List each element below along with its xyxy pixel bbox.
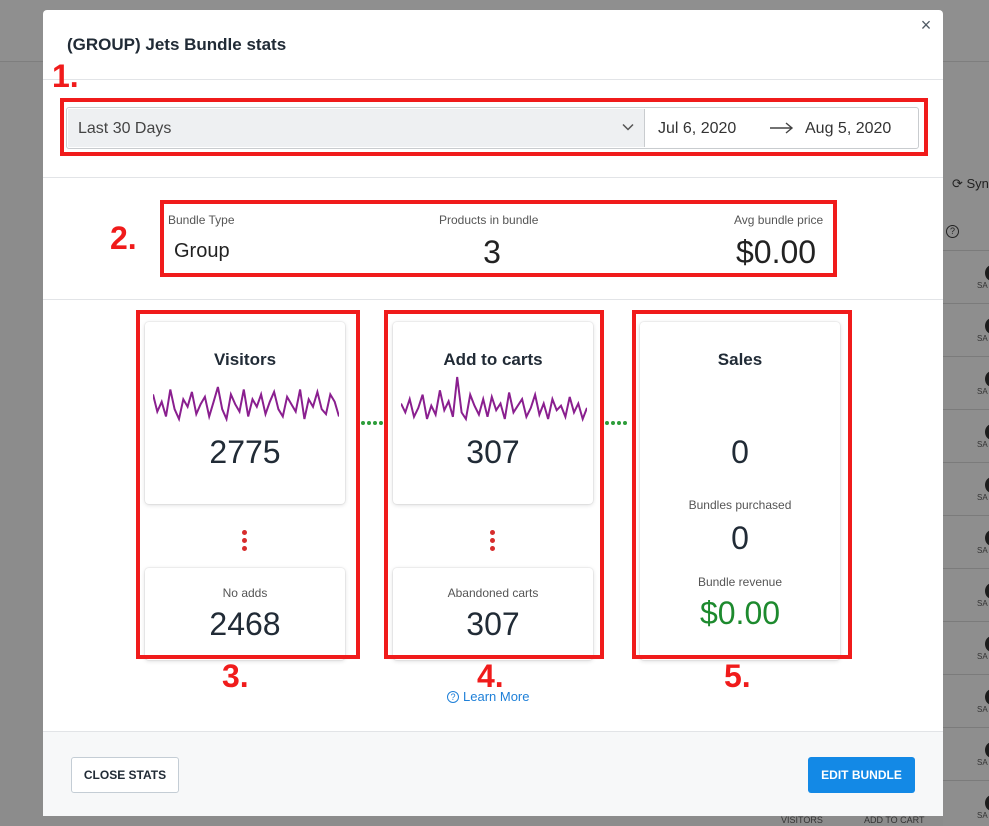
modal-footer: CLOSE STATS EDIT BUNDLE — [43, 731, 943, 816]
modal-header: (GROUP) Jets Bundle stats × — [43, 10, 943, 80]
background-row-label: SA — [977, 334, 988, 343]
background-col-visitors: VISITORS — [781, 815, 823, 825]
background-row-label: SA — [977, 281, 988, 290]
background-avatar — [985, 795, 989, 811]
background-row: SA — [943, 409, 989, 462]
background-row-label: SA — [977, 387, 988, 396]
annotation-box-1 — [60, 98, 928, 156]
background-avatar — [985, 530, 989, 546]
background-avatar — [985, 477, 989, 493]
background-avatar — [985, 583, 989, 599]
background-avatar — [985, 689, 989, 705]
close-stats-button[interactable]: CLOSE STATS — [71, 757, 179, 793]
background-row-label: SA — [977, 493, 988, 502]
annotation-number-4: 4. — [477, 658, 504, 694]
annotation-number-2: 2. — [110, 220, 137, 256]
background-avatar — [985, 424, 989, 440]
background-row: SA — [943, 356, 989, 409]
help-circle-icon: ? — [447, 690, 459, 703]
background-row: SA — [943, 780, 989, 826]
background-row-label: SA — [977, 811, 988, 820]
background-row: SA — [943, 250, 989, 303]
carts-to-sales-connector — [605, 421, 627, 427]
background-row: SA — [943, 674, 989, 727]
background-avatar — [985, 742, 989, 758]
background-sync-button: ⟳ Syn — [952, 176, 989, 191]
annotation-box-2 — [160, 200, 837, 277]
background-help-icon: ? — [946, 225, 959, 238]
background-sync-label: Syn — [966, 176, 989, 191]
background-row: SA — [943, 568, 989, 621]
background-avatar — [985, 318, 989, 334]
background-col-add-to-cart: ADD TO CART — [864, 815, 925, 825]
annotation-number-5: 5. — [724, 658, 751, 694]
background-row-label: SA — [977, 440, 988, 449]
background-row: SA — [943, 621, 989, 674]
background-row: SA — [943, 303, 989, 356]
background-avatar — [985, 636, 989, 652]
background-row: SA — [943, 515, 989, 568]
background-avatar — [985, 265, 989, 281]
annotation-box-3 — [136, 310, 360, 659]
background-row: SA — [943, 462, 989, 515]
annotation-number-3: 3. — [222, 658, 249, 694]
annotation-number-1: 1. — [52, 58, 79, 94]
background-row-label: SA — [977, 758, 988, 767]
background-row-label: SA — [977, 599, 988, 608]
annotation-box-5 — [632, 310, 852, 659]
background-row: SA — [943, 727, 989, 780]
annotation-box-4 — [384, 310, 604, 659]
edit-bundle-button[interactable]: EDIT BUNDLE — [808, 757, 915, 793]
close-icon[interactable]: × — [917, 16, 935, 34]
visitors-to-carts-connector — [361, 421, 383, 427]
background-row-label: SA — [977, 705, 988, 714]
modal-title: (GROUP) Jets Bundle stats — [67, 35, 287, 54]
background-row-label: SA — [977, 652, 988, 661]
background-row-label: SA — [977, 546, 988, 555]
background-avatar — [985, 371, 989, 387]
